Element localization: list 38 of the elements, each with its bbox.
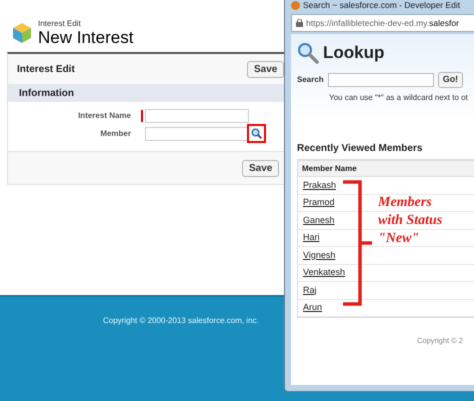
member-link[interactable]: Arun xyxy=(303,301,322,314)
lock-icon xyxy=(296,19,303,27)
cube-icon xyxy=(12,22,32,44)
member-link[interactable]: Raj xyxy=(303,284,317,297)
section-header: Information xyxy=(8,84,285,102)
save-button[interactable]: Save xyxy=(242,160,280,176)
lookup-button[interactable] xyxy=(247,124,266,143)
hint-text: You can use "*" as a wildcard next to ot xyxy=(328,92,469,104)
save-button[interactable]: Save xyxy=(247,60,284,78)
member-link[interactable]: Hari xyxy=(303,231,320,244)
lookup-title: Lookup xyxy=(323,42,384,64)
annotation-text: "New" xyxy=(378,230,420,248)
go-button[interactable]: Go! xyxy=(438,72,464,88)
copyright-text: Copyright © 2000-2013 salesforce.com, inc. xyxy=(103,316,259,325)
section-title: Recently Viewed Members xyxy=(297,142,424,156)
page-title: New Interest xyxy=(38,28,134,48)
browser-icon xyxy=(291,0,300,10)
panel-title: Interest Edit xyxy=(17,62,76,76)
column-header: Member Name xyxy=(302,162,357,174)
search-field[interactable] xyxy=(328,73,434,87)
annotation-text: Members xyxy=(378,194,433,212)
text-field[interactable] xyxy=(145,126,249,140)
member-link[interactable]: Ganesh xyxy=(303,214,335,227)
address-bar[interactable]: https://infallibletechie-dev-ed.my.salesfor xyxy=(291,14,474,32)
field-label: Interest Name xyxy=(77,110,132,122)
member-link[interactable]: Vignesh xyxy=(303,248,336,262)
member-link[interactable]: Venkatesh xyxy=(303,266,346,280)
search-icon xyxy=(297,42,319,64)
text-field[interactable] xyxy=(145,108,249,122)
search-label: Search xyxy=(297,74,324,86)
member-link[interactable]: Pramod xyxy=(303,196,335,210)
member-link[interactable]: Prakash xyxy=(303,178,336,192)
window-title: Search ~ salesforce.com - Developer Edit xyxy=(303,0,460,12)
search-icon xyxy=(251,128,262,139)
breadcrumb: Interest Edit xyxy=(38,18,82,28)
url-text: https://infallibletechie-dev-ed.my.salesfor xyxy=(306,16,459,30)
field-label: Member xyxy=(99,128,132,140)
annotation-text: with Status xyxy=(378,212,442,230)
